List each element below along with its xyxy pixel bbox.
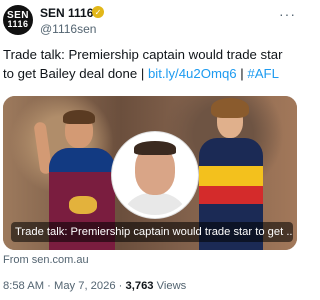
meta-dot: · [115,280,126,292]
tweet-date[interactable]: May 7, 2026 [54,280,116,292]
hashtag-link[interactable]: #AFL [247,66,279,81]
account-handle[interactable]: @1116sen [40,22,96,36]
views-count: 3,763 [125,280,154,292]
card-source[interactable]: From sen.com.au [3,254,89,266]
tweet-header: SEN 1116 SEN 1116 ✓ @1116sen ··· [0,0,300,44]
views-label: Views [153,280,187,292]
avatar-text-bottom: 1116 [7,19,29,29]
account-name[interactable]: SEN 1116 [40,6,93,20]
inset-portrait-image [112,132,198,218]
link-preview-card[interactable]: Trade talk: Premiership captain would tr… [3,96,297,250]
tweet-text: Trade talk: Premiership captain would tr… [3,45,297,83]
more-options-icon[interactable]: ··· [279,6,296,22]
meta-dot: · [44,280,54,292]
tweet-meta: 8:58 AM · May 7, 2026 · 3,763 Views [3,280,186,292]
tweet-link[interactable]: bit.ly/4u2Omq6 [148,66,237,81]
tweet-time[interactable]: 8:58 AM [3,280,44,292]
card-caption: Trade talk: Premiership captain would tr… [11,222,293,242]
avatar[interactable]: SEN 1116 [3,5,33,35]
tweet-separator: | [236,66,248,81]
verified-badge-icon: ✓ [92,6,104,18]
